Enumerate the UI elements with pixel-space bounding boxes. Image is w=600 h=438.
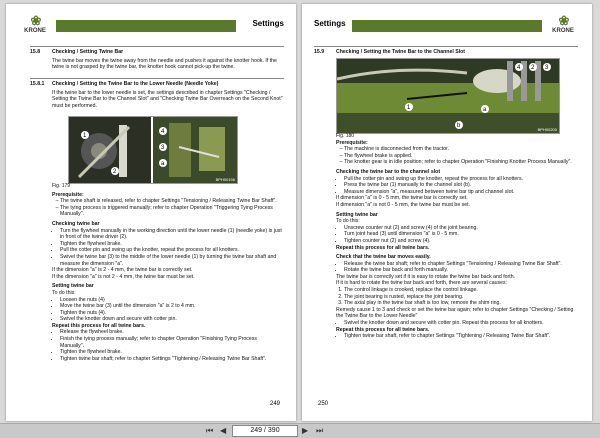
list-item: Unscrew counter nut (2) and screw (4) of… <box>344 225 578 232</box>
page-number: 250 <box>318 401 329 407</box>
section-number: 15.8 <box>30 49 41 55</box>
list-item: Swivel the knotter down and secure with … <box>60 316 282 323</box>
last-page-icon[interactable]: ⏭ <box>316 426 323 436</box>
section-intro: If the twine bar to the lower needle is … <box>52 89 283 109</box>
section-title: Checking / Setting Twine Bar <box>52 49 124 55</box>
figure-code: BPH00196 <box>215 177 235 182</box>
list-item: Tighten the flywheel brake. <box>60 241 282 248</box>
left-body: Fig. 179 Prerequisite: The twine shaft i… <box>52 183 282 362</box>
setting-title: Setting twine bar <box>336 211 378 218</box>
list-item: The knotter gear is in idle position; re… <box>344 159 578 166</box>
right-page: Settings ❀ KRONE 15.9 Checking / Setting … <box>302 4 592 421</box>
page-header: ❀ KRONE Settings <box>18 14 284 36</box>
repeat-text: Repeat this process for all twine bars. <box>336 326 430 333</box>
section-title: Checking / Setting the Twine Bar to the … <box>52 81 219 87</box>
list-item: Move the twine bar (3) until the dimensi… <box>60 303 282 310</box>
list-item: Measure dimension "a", measured between … <box>344 189 578 196</box>
first-page-icon[interactable]: ⏮ <box>206 426 213 436</box>
prereq-title: Prerequisite: <box>52 191 84 198</box>
list-item: Swivel the knotter down and secure with … <box>344 320 578 327</box>
list-item: The joint bearing is rusted, replace the… <box>344 294 578 301</box>
krone-logo: ❀ KRONE <box>24 13 46 34</box>
header-title: Settings <box>252 19 284 28</box>
page-number: 249 <box>269 401 280 407</box>
header-bar <box>56 20 236 32</box>
page-header: Settings ❀ KRONE <box>314 14 580 36</box>
check-title: Checking the twine bar to the channel sl… <box>336 168 441 175</box>
header-title: Settings <box>314 19 346 28</box>
section-15-9: 15.9 Checking / Setting the Twine Bar to… <box>314 46 578 55</box>
remedy-text: Remedy cause 1 to 3 and check or set the… <box>336 306 574 320</box>
list-item: Turn the flywheel manually in the workin… <box>60 228 282 241</box>
list-item: The flywheel brake is applied. <box>344 153 578 160</box>
list-item: The control linkage is crooked, replace … <box>344 287 578 294</box>
dimension-not-ok: If the dimension "a" is not 2 - 4 mm, th… <box>52 273 195 280</box>
todo-text: To do this: <box>52 289 76 296</box>
list-item: Tighten counter nut (2) and screw (4). <box>344 238 578 245</box>
repeat-text: Repeat this process for all twine bars. <box>52 322 146 329</box>
prereq-title: Prerequisite: <box>336 139 368 146</box>
figure-180: 2 3 4 1 a b BPH00200 <box>336 58 560 134</box>
section-15-8: 15.8 Checking / Setting Twine Bar The tw… <box>30 46 284 70</box>
figure-179: 1 2 4 3 a BPH00196 <box>68 116 238 184</box>
list-item: The machine is disconnected from the tra… <box>344 146 578 153</box>
krone-logo: ❀ KRONE <box>552 13 574 34</box>
list-item: Pull the cotter pin and swing up the kno… <box>60 247 282 254</box>
list-item: Tighten twine bar shaft, refer to chapte… <box>344 333 578 340</box>
list-item: Press the twine bar (1) manually to the … <box>344 182 578 189</box>
next-page-icon[interactable]: ▶ <box>302 426 308 436</box>
section-number: 15.8.1 <box>30 81 45 87</box>
repeat-text: Repeat this process for all twine bars. <box>336 244 430 251</box>
list-item: Rotate the twine bar back and forth manu… <box>344 267 578 274</box>
move-text: The twine bar is correctly set if it is … <box>336 273 516 280</box>
header-bar <box>352 20 542 32</box>
section-number: 15.9 <box>314 49 325 55</box>
section-15-8-1: 15.8.1 Checking / Setting the Twine Bar … <box>30 78 284 109</box>
list-item: Tighten the nuts (4). <box>60 310 282 317</box>
list-item: The axial play in the twine bar shaft is… <box>344 300 578 307</box>
check-title: Checking twine bar <box>52 220 100 227</box>
figure-code: BPH00200 <box>537 127 557 132</box>
list-item: The tying process is triggered manually;… <box>60 205 282 218</box>
figure-caption: Fig. 180 <box>336 133 355 139</box>
move-check-title: Check that the twine bar moves easily. <box>336 254 431 261</box>
viewer-toolbar: ⏮ ◀ 249 / 390 ▶ ⏭ <box>0 423 600 438</box>
left-page: ❀ KRONE Settings 15.8 Checking / Setting … <box>6 4 296 421</box>
dimension-ok: If dimension "a" is 0 - 5 mm, the twine … <box>336 195 468 202</box>
figure-caption: Fig. 179 <box>52 183 71 189</box>
list-item: Pull the cotter pin and swing up the kno… <box>344 176 578 183</box>
section-title: Checking / Setting the Twine Bar to the … <box>336 49 466 55</box>
list-item: Release the flywheel brake. <box>60 329 282 336</box>
list-item: Turn joint head (3) until dimension "a" … <box>344 231 578 238</box>
list-item: Finish the tying process manually; refer… <box>60 336 282 349</box>
list-item: Tighten twine bar shaft; refer to chapte… <box>60 356 282 363</box>
list-item: Tighten the flywheel brake. <box>60 349 282 356</box>
setting-title: Setting twine bar <box>52 283 94 290</box>
list-item: Loosen the nuts (4) <box>60 297 282 304</box>
list-item: The twine shaft is released, refer to ch… <box>60 198 282 205</box>
dimension-ok: If the dimension "a" is 2 - 4 mm, the tw… <box>52 267 193 274</box>
page-number-field[interactable]: 249 / 390 <box>232 425 298 437</box>
previous-page-icon[interactable]: ◀ <box>220 426 226 436</box>
list-item: Swivel the twine bar (3) to the middle o… <box>60 254 282 267</box>
list-item: Release the twine bar shaft; refer to ch… <box>344 261 578 268</box>
move-text: If it is hard to rotate the twine bar ba… <box>336 280 507 287</box>
section-text: The twine bar moves the twine away from … <box>52 57 277 71</box>
dimension-not-ok: If dimension "a" is not 0 - 5 mm, the tw… <box>336 201 471 208</box>
todo-text: To do this: <box>336 218 360 225</box>
right-body: Fig. 180 Prerequisite: The machine is di… <box>336 133 578 340</box>
